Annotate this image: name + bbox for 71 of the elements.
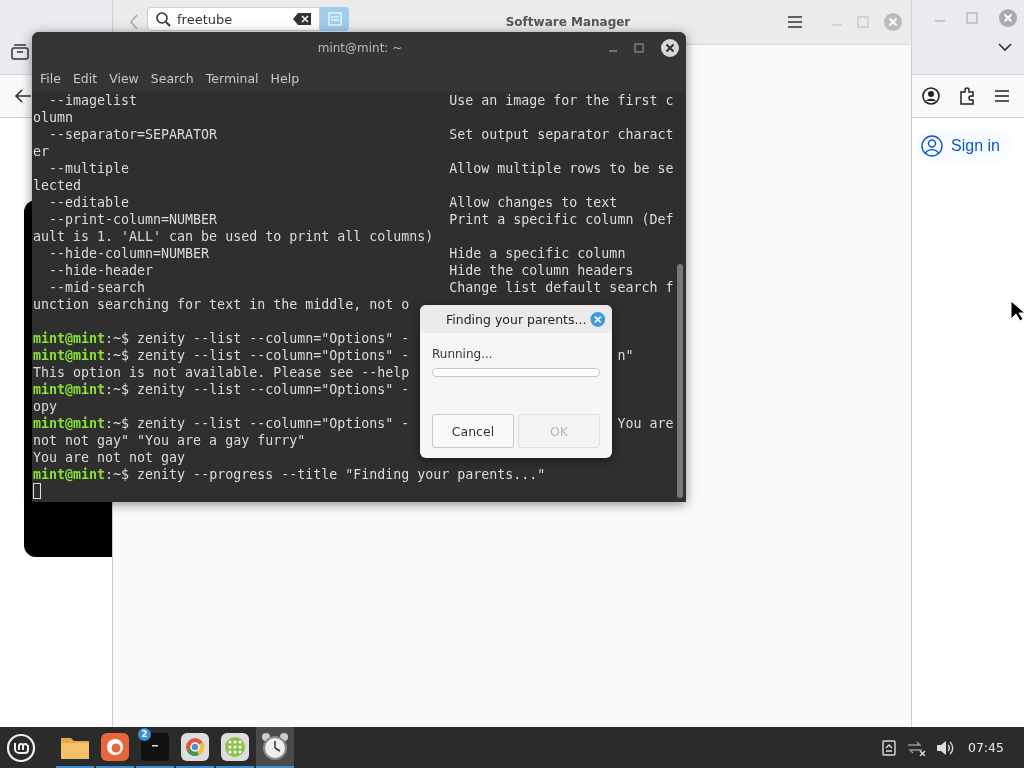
menu-icon[interactable] <box>994 89 1010 103</box>
window-title: Software Manager <box>504 15 632 29</box>
command-line: mint@mint:~$ zenity --progress --title "Finding your parents..." <box>33 467 546 482</box>
status-text: Running... <box>432 347 494 361</box>
output-text: You are <box>617 415 674 432</box>
option-description: Change list default search f <box>449 279 674 296</box>
output-text: er <box>33 144 49 159</box>
output-text: olumn <box>33 110 74 125</box>
list-icon <box>327 12 342 26</box>
output-text: This option is not available. Please see --help <box>33 365 410 380</box>
output-text: not not gay" "You are a gay furry" <box>33 433 306 448</box>
menu-item[interactable]: Edit <box>66 70 104 86</box>
output-text: ault is 1. 'ALL' can be used to print all columns) <box>33 229 434 244</box>
search-icon <box>156 11 171 27</box>
dialog-button[interactable]: Cancel <box>432 414 514 448</box>
option-text: --separator=SEPARATOR <box>49 126 219 143</box>
option-description: Allow changes to text <box>449 194 619 211</box>
clock-text[interactable]: 07:45 <box>967 740 1004 755</box>
account-icon[interactable] <box>922 87 940 105</box>
close-icon[interactable] <box>660 38 680 58</box>
window-title: mint@mint: ~ <box>316 41 404 55</box>
output-text: lected <box>33 178 82 193</box>
menu-icon[interactable] <box>787 15 803 29</box>
grid-app-icon <box>221 732 249 761</box>
maximize-icon[interactable] <box>634 43 644 53</box>
scrollbar-thumb[interactable] <box>677 264 683 498</box>
back-arrow-icon[interactable] <box>14 88 32 104</box>
output-text: You are not not gay <box>33 450 186 465</box>
option-text: --hide-column=NUMBER <box>49 245 211 262</box>
command-line: mint@mint:~$ zenity --list --column="Options" - <box>33 382 410 397</box>
option-text: --imagelist <box>49 92 139 109</box>
puzzle-piece-icon[interactable] <box>958 87 976 105</box>
volume-icon[interactable] <box>935 739 954 756</box>
option-description: Hide a specific column <box>449 245 627 262</box>
menu-item[interactable]: View <box>103 70 145 86</box>
network-disconnected-icon[interactable] <box>905 739 926 756</box>
command-line: mint@mint:~$ zenity --list --column="Options" - <box>33 331 410 346</box>
menu-item[interactable]: Help <box>264 70 306 86</box>
menu-item[interactable]: Terminal <box>199 70 265 86</box>
output-text: opy <box>33 399 58 414</box>
clear-icon[interactable] <box>293 13 311 25</box>
output-text: n" <box>617 347 634 364</box>
text-cursor <box>33 483 41 499</box>
option-description: Set output separator charact <box>449 126 674 143</box>
taskbar-app[interactable] <box>256 727 294 768</box>
output-text: unction searching for text in the middle, not o <box>33 297 410 312</box>
option-description: Allow multiple rows to be se <box>449 160 674 177</box>
person-icon <box>921 135 944 157</box>
dialog-title: Finding your parents... <box>446 311 587 327</box>
search-field[interactable]: freetube <box>147 7 320 31</box>
command-line: mint@mint:~$ zenity --list --column="Options" - <box>33 348 410 363</box>
sign-in-button[interactable]: Sign in <box>917 130 1012 162</box>
circle-app-icon <box>181 732 209 761</box>
menu-item[interactable]: File <box>34 70 67 86</box>
option-text: --editable <box>49 194 131 211</box>
command-line: mint@mint:~$ zenity --list --column="Options" - <box>33 416 410 431</box>
option-description: Use an image for the first c <box>449 92 674 109</box>
fox-icon <box>101 732 129 761</box>
option-description: Hide the column headers <box>449 262 635 279</box>
notification-badge: 2 <box>138 728 151 741</box>
option-text: --multiple <box>49 160 131 177</box>
tab-list-icon[interactable] <box>11 44 29 60</box>
option-text: --mid-search <box>49 279 147 296</box>
option-text: --print-column=NUMBER <box>49 211 219 228</box>
document-icon[interactable] <box>881 739 896 756</box>
menu-item[interactable]: Search <box>144 70 200 86</box>
option-text: --hide-header <box>49 262 155 279</box>
terminal-icon <box>141 732 169 761</box>
alarm-clock-icon <box>261 731 289 762</box>
option-description: Print a specific column (Def <box>449 211 674 228</box>
chevron-down-icon[interactable] <box>998 42 1012 52</box>
